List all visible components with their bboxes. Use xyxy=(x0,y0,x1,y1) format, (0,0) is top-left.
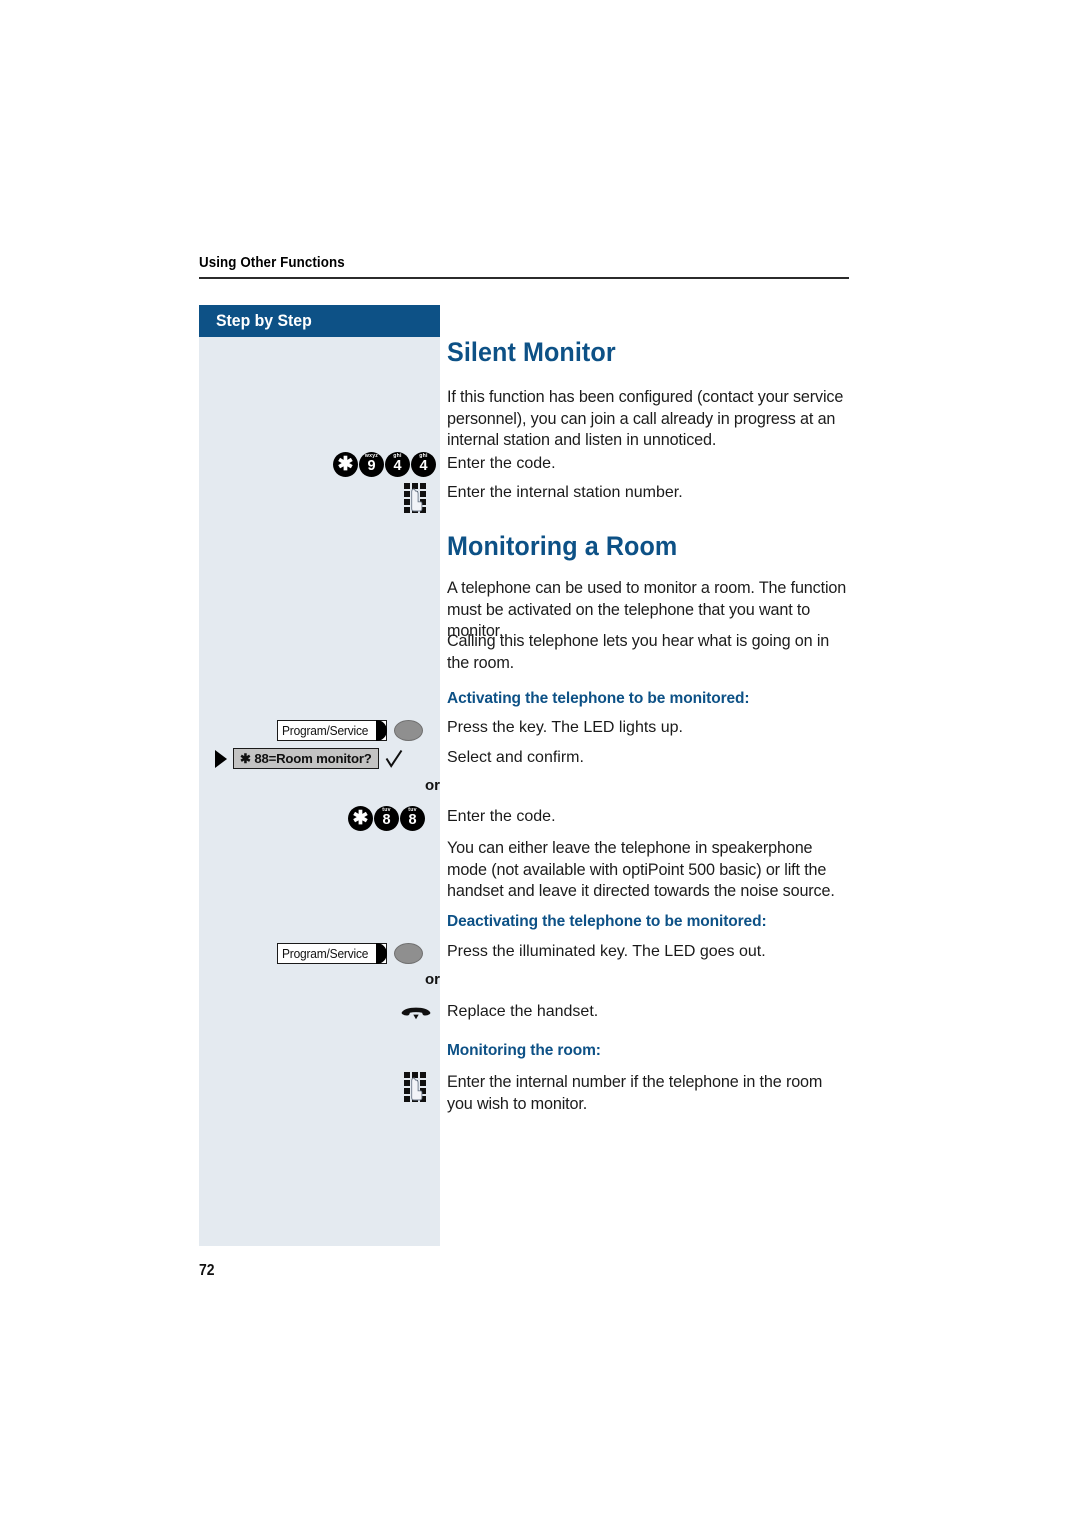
room-monitor-display-row[interactable]: ✱ 88=Room monitor? xyxy=(215,748,403,769)
digit-9-key-digit: 9 xyxy=(367,458,376,474)
subheading-monitoring-room: Monitoring the room: xyxy=(447,1042,601,1059)
step-by-step-sidebar xyxy=(199,305,440,1246)
star-key[interactable]: ✱ xyxy=(333,452,358,477)
led-indicator xyxy=(393,720,423,741)
speakerphone-note-text: You can either leave the telephone in sp… xyxy=(447,839,835,900)
or-separator-2: or xyxy=(425,971,440,988)
program-service-key-label: Program/Service xyxy=(282,723,369,738)
press-illuminated-key-text: Press the illuminated key. The LED goes … xyxy=(447,943,766,960)
check-icon xyxy=(385,749,403,769)
or-separator-1: or xyxy=(425,777,440,794)
dial-code-944[interactable]: ✱ wxyz 9 ghi 4 ghi 4 xyxy=(333,452,436,477)
replace-handset-text: Replace the handset. xyxy=(447,1003,599,1020)
dial-code-88[interactable]: ✱ tuv 8 tuv 8 xyxy=(348,806,425,831)
section-title-monitoring-a-room: Monitoring a Room xyxy=(447,531,678,561)
program-service-key[interactable]: Program/Service xyxy=(277,942,423,964)
key-tab xyxy=(376,719,388,741)
enter-code-text-1: Enter the code. xyxy=(447,455,556,472)
room-monitor-display-field[interactable]: ✱ 88=Room monitor? xyxy=(233,748,379,769)
program-service-key-label: Program/Service xyxy=(282,946,369,961)
enter-station-number-text: Enter the internal station number. xyxy=(447,484,683,501)
star-key-digit: ✱ xyxy=(337,454,354,475)
monitoring-room-intro-2: Calling this telephone lets you hear wha… xyxy=(447,632,830,672)
digit-4-key-digit: 4 xyxy=(393,458,402,474)
program-service-key-body[interactable]: Program/Service xyxy=(277,719,388,741)
keypad-icon xyxy=(404,1072,428,1102)
sidebar-header-label: Step by Step xyxy=(216,311,312,330)
page-number: 72 xyxy=(199,1262,215,1279)
enter-code-text-2: Enter the code. xyxy=(447,808,556,825)
star-key-digit: ✱ xyxy=(352,808,369,829)
digit-8-key[interactable]: tuv 8 xyxy=(374,806,399,831)
digit-8-key[interactable]: tuv 8 xyxy=(400,806,425,831)
subheading-deactivating: Deactivating the telephone to be monitor… xyxy=(447,913,767,930)
digit-4-key[interactable]: ghi 4 xyxy=(411,452,436,477)
digit-8-key-digit: 8 xyxy=(382,812,391,828)
key-tab xyxy=(376,942,388,964)
running-header: Using Other Functions xyxy=(199,255,849,279)
program-service-key[interactable]: Program/Service xyxy=(277,719,423,741)
subheading-activating: Activating the telephone to be monitored… xyxy=(447,690,750,707)
digit-4-key-digit: 4 xyxy=(419,458,428,474)
silent-monitor-intro: If this function has been configured (co… xyxy=(447,388,844,449)
keypad-icon xyxy=(404,483,428,513)
header-rule xyxy=(199,277,849,279)
sidebar-header: Step by Step xyxy=(199,305,440,337)
digit-4-key[interactable]: ghi 4 xyxy=(385,452,410,477)
monitor-instruction-text: Enter the internal number if the telepho… xyxy=(447,1073,823,1113)
led-indicator xyxy=(393,943,423,964)
document-page: Using Other Functions Step by Step Silen… xyxy=(0,0,1080,1528)
handset-onhook-icon xyxy=(400,1006,432,1024)
section-title-silent-monitor: Silent Monitor xyxy=(447,337,616,367)
star-key[interactable]: ✱ xyxy=(348,806,373,831)
room-monitor-display-label: ✱ 88=Room monitor? xyxy=(240,750,372,766)
digit-9-key[interactable]: wxyz 9 xyxy=(359,452,384,477)
triangle-bullet-icon xyxy=(215,749,227,768)
digit-8-key-digit: 8 xyxy=(408,812,417,828)
running-header-text: Using Other Functions xyxy=(199,255,345,271)
press-key-led-on-text: Press the key. The LED lights up. xyxy=(447,719,683,736)
program-service-key-body[interactable]: Program/Service xyxy=(277,942,388,964)
select-and-confirm-text: Select and confirm. xyxy=(447,749,584,766)
